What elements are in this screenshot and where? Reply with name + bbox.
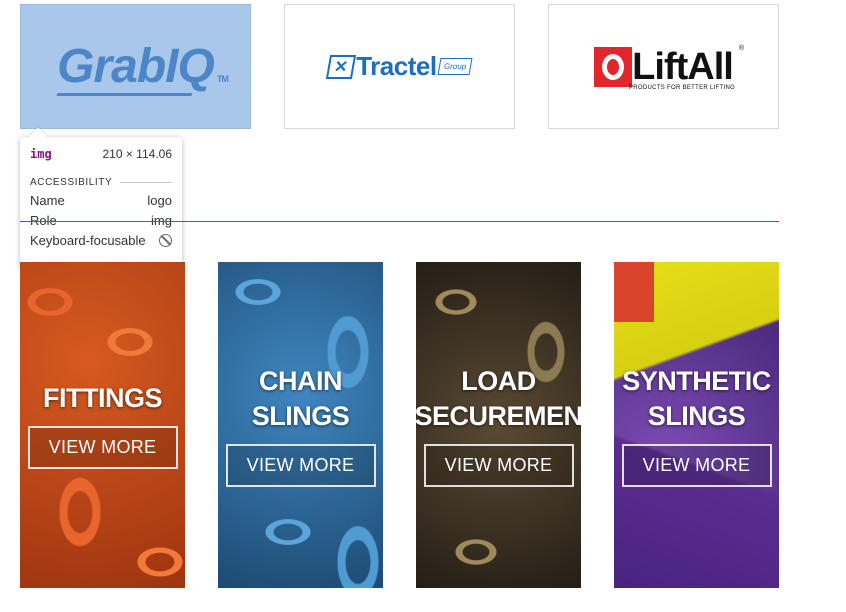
view-more-button[interactable]: VIEW MORE: [225, 443, 376, 487]
grabiq-logo-text: GrabIQ TM: [57, 40, 229, 93]
card-title: SYNTHETIC SLINGS: [622, 365, 771, 431]
inspector-row-name: Name logo: [30, 193, 172, 208]
inspector-section-accessibility: ACCESSIBILITY: [30, 177, 172, 188]
view-more-button[interactable]: VIEW MORE: [621, 443, 772, 487]
section-divider: [20, 221, 779, 222]
tractel-logo-text: Tractel: [356, 51, 437, 81]
logo-tractel[interactable]: ✕ Tractel Group: [284, 4, 515, 129]
grabiq-logo-underline: [56, 93, 193, 96]
liftall-tagline: PRODUCTS FOR BETTER LIFTING: [629, 85, 736, 91]
liftall-mark-icon: [594, 46, 633, 87]
liftall-reg-mark: ®: [738, 45, 744, 52]
card-title: CHAIN SLINGS: [251, 365, 350, 431]
tractel-mark-icon: ✕: [326, 54, 357, 79]
category-card-synthetic-slings[interactable]: SYNTHETIC SLINGS VIEW MORE: [614, 262, 779, 588]
not-allowed-icon: [159, 234, 172, 247]
view-more-button[interactable]: VIEW MORE: [27, 426, 178, 469]
logo-liftall[interactable]: LiftAll ® PRODUCTS FOR BETTER LIFTING: [548, 4, 779, 129]
card-title: LOAD SECUREMEN: [416, 365, 581, 431]
tractel-group-label: Group: [437, 58, 473, 75]
inspector-row-keyboard-focusable: Keyboard-focusable: [30, 233, 172, 248]
category-card-chain-slings[interactable]: CHAIN SLINGS VIEW MORE: [218, 262, 383, 588]
inspector-tag: img: [30, 147, 52, 161]
category-card-load-securement[interactable]: LOAD SECUREMEN VIEW MORE: [416, 262, 581, 588]
logo-grabiq[interactable]: GrabIQ TM: [20, 4, 251, 129]
inspector-tooltip: img 210 × 114.06 ACCESSIBILITY Name logo …: [20, 137, 182, 269]
product-tag-image: [614, 262, 654, 322]
liftall-logo-text: LiftAll: [632, 45, 734, 88]
category-card-fittings[interactable]: FITTINGS VIEW MORE: [20, 262, 185, 588]
card-title: FITTINGS: [43, 383, 163, 413]
view-more-button[interactable]: VIEW MORE: [423, 443, 574, 487]
inspector-dimensions: 210 × 114.06: [102, 147, 172, 161]
